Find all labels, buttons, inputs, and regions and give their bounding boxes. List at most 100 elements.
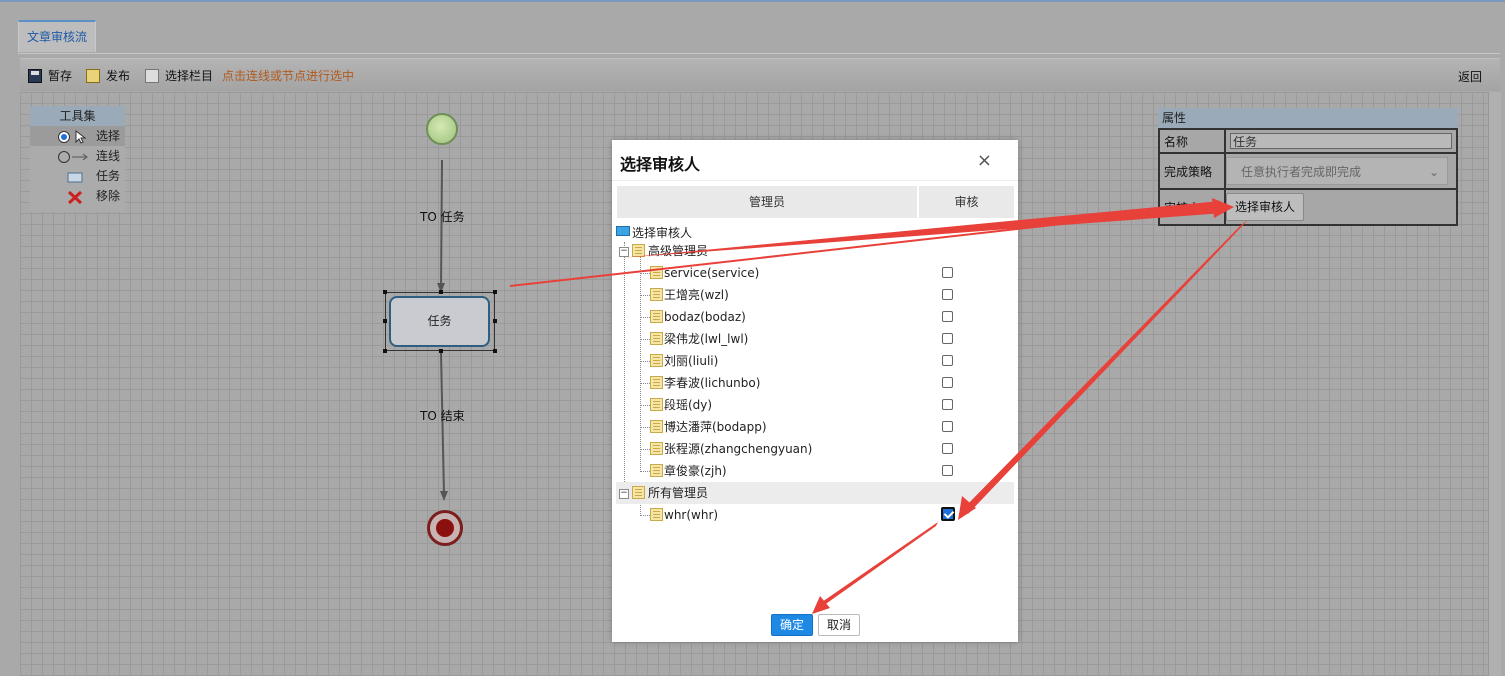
review-checkbox[interactable] bbox=[942, 399, 953, 410]
user-name: whr(whr) bbox=[664, 508, 719, 522]
strategy-cell: 任意执行者完成即完成 ⌄ bbox=[1224, 152, 1458, 190]
tree-connector bbox=[640, 295, 650, 296]
list-item[interactable]: 梁伟龙(lwl_lwl) bbox=[616, 328, 1014, 350]
review-checkbox[interactable] bbox=[942, 289, 953, 300]
folder-icon bbox=[650, 288, 663, 301]
resize-handle[interactable] bbox=[493, 319, 497, 323]
tree-group-1[interactable]: − 高级管理员 bbox=[616, 240, 1014, 262]
resize-handle[interactable] bbox=[439, 290, 443, 294]
user-name: 张程源(zhangchengyuan) bbox=[664, 442, 813, 456]
select-reviewer-dialog: 选择审核人 × 管理员 审核 选择审核人 − 高级管理员 service(ser… bbox=[612, 140, 1018, 642]
resize-handle[interactable] bbox=[493, 349, 497, 353]
folder-icon bbox=[650, 464, 663, 477]
column-header-admin: 管理员 bbox=[617, 186, 919, 218]
folder-icon bbox=[632, 486, 645, 499]
edge-start-to-task bbox=[440, 159, 443, 291]
folder-icon bbox=[650, 310, 663, 323]
list-item[interactable]: 博达潘萍(bodapp) bbox=[616, 416, 1014, 438]
list-item[interactable]: 章俊豪(zjh) bbox=[616, 460, 1014, 482]
dialog-header-divider bbox=[612, 180, 1018, 181]
collapse-icon[interactable]: − bbox=[619, 489, 629, 499]
review-checkbox[interactable] bbox=[942, 377, 953, 388]
user-name: bodaz(bodaz) bbox=[664, 310, 746, 324]
folder-icon bbox=[650, 508, 663, 521]
edge1-label[interactable]: TO 任务 bbox=[420, 208, 465, 225]
tree-connector bbox=[640, 339, 650, 340]
folder-icon bbox=[650, 398, 663, 411]
tree-connector bbox=[640, 405, 650, 406]
list-item[interactable]: 段瑶(dy) bbox=[616, 394, 1014, 416]
select-reviewer-button[interactable]: 选择审核人 bbox=[1226, 193, 1305, 221]
tree-connector bbox=[640, 361, 650, 362]
properties-table: 名称 完成策略 任意执行者完成即完成 ⌄ 审核人 选择审核人 bbox=[1158, 128, 1458, 226]
user-name: service(service) bbox=[664, 266, 760, 280]
collapse-icon[interactable]: − bbox=[619, 247, 629, 257]
folder-icon bbox=[650, 376, 663, 389]
list-item[interactable]: service(service) bbox=[616, 262, 1014, 284]
strategy-value: 任意执行者完成即完成 bbox=[1241, 165, 1362, 179]
review-checkbox[interactable] bbox=[942, 355, 953, 366]
user-name: 王增亮(wzl) bbox=[664, 288, 729, 302]
review-checkbox[interactable] bbox=[942, 421, 953, 432]
tree-connector bbox=[640, 471, 650, 472]
user-name: 李春波(lichunbo) bbox=[664, 376, 761, 390]
review-checkbox[interactable] bbox=[942, 311, 953, 322]
review-checkbox[interactable] bbox=[942, 267, 953, 278]
list-item[interactable]: 李春波(lichunbo) bbox=[616, 372, 1014, 394]
grid-header: 管理员 审核 bbox=[617, 186, 1014, 218]
tree-connector bbox=[640, 427, 650, 428]
review-checkbox-checked[interactable] bbox=[941, 507, 955, 521]
tree-connector bbox=[640, 449, 650, 450]
tree-connector bbox=[640, 273, 650, 274]
review-checkbox[interactable] bbox=[942, 465, 953, 476]
properties-panel: 属性 名称 完成策略 任意执行者完成即完成 ⌄ 审核人 选择审核人 bbox=[1158, 108, 1458, 228]
cancel-button[interactable]: 取消 bbox=[818, 614, 860, 636]
user-name: 刘丽(liuli) bbox=[664, 354, 719, 368]
monitor-icon bbox=[616, 226, 630, 236]
confirm-button[interactable]: 确定 bbox=[771, 614, 813, 636]
edge2-label[interactable]: TO 结束 bbox=[420, 407, 465, 424]
list-item[interactable]: 张程源(zhangchengyuan) bbox=[616, 438, 1014, 460]
tree-group-2[interactable]: − 所有管理员 bbox=[616, 482, 1014, 504]
review-checkbox[interactable] bbox=[942, 443, 953, 454]
tree-connector bbox=[640, 383, 650, 384]
task-node[interactable]: 任务 bbox=[389, 296, 490, 347]
user-name: 章俊豪(zjh) bbox=[664, 464, 727, 478]
tree-connector bbox=[640, 515, 650, 516]
folder-icon bbox=[650, 442, 663, 455]
folder-icon bbox=[650, 354, 663, 367]
review-checkbox[interactable] bbox=[942, 333, 953, 344]
strategy-label: 完成策略 bbox=[1158, 152, 1226, 190]
name-label: 名称 bbox=[1158, 128, 1226, 154]
group-2-label: 所有管理员 bbox=[648, 486, 709, 500]
properties-title: 属性 bbox=[1158, 108, 1458, 128]
group-1-label: 高级管理员 bbox=[648, 244, 709, 258]
edge-arrowhead-2 bbox=[440, 491, 448, 501]
user-name: 梁伟龙(lwl_lwl) bbox=[664, 332, 749, 346]
resize-handle[interactable] bbox=[383, 349, 387, 353]
folder-icon bbox=[650, 420, 663, 433]
name-input[interactable] bbox=[1230, 133, 1452, 149]
folder-icon bbox=[632, 244, 645, 257]
name-cell bbox=[1224, 128, 1458, 154]
list-item[interactable]: whr(whr) bbox=[616, 504, 1014, 526]
resize-handle[interactable] bbox=[383, 319, 387, 323]
resize-handle[interactable] bbox=[439, 349, 443, 353]
resize-handle[interactable] bbox=[493, 290, 497, 294]
start-node[interactable] bbox=[426, 113, 458, 145]
tree-connector bbox=[640, 317, 650, 318]
folder-icon bbox=[650, 266, 663, 279]
folder-icon bbox=[650, 332, 663, 345]
list-item[interactable]: 刘丽(liuli) bbox=[616, 350, 1014, 372]
list-item[interactable]: bodaz(bodaz) bbox=[616, 306, 1014, 328]
user-name: 博达潘萍(bodapp) bbox=[664, 420, 767, 434]
end-node[interactable] bbox=[427, 510, 463, 546]
strategy-select[interactable]: 任意执行者完成即完成 ⌄ bbox=[1226, 157, 1448, 185]
list-item[interactable]: 王增亮(wzl) bbox=[616, 284, 1014, 306]
column-header-review: 审核 bbox=[919, 186, 1014, 218]
close-icon[interactable]: × bbox=[977, 150, 992, 171]
reviewer-cell: 选择审核人 bbox=[1224, 188, 1458, 226]
resize-handle[interactable] bbox=[383, 290, 387, 294]
user-name: 段瑶(dy) bbox=[664, 398, 713, 412]
dialog-title: 选择审核人 bbox=[620, 155, 701, 174]
